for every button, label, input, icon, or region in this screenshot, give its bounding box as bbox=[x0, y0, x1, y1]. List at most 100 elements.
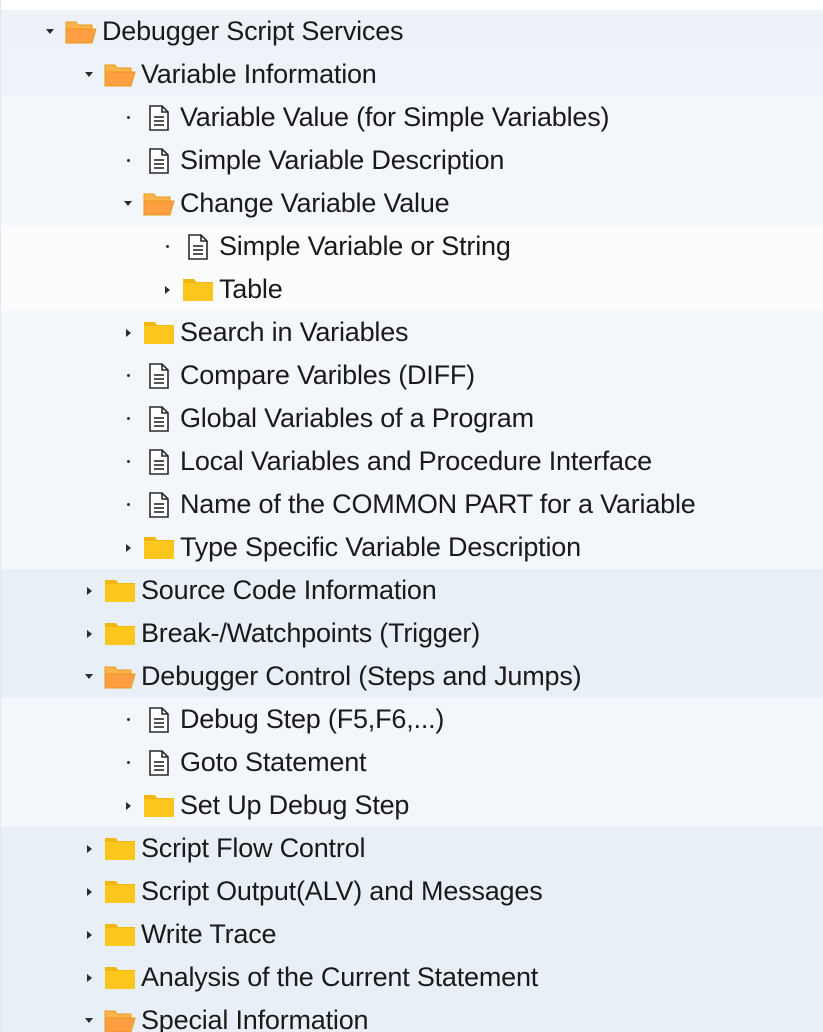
tree-folder-node[interactable]: Break-/Watchpoints (Trigger) bbox=[1, 612, 823, 655]
tree-folder-node[interactable]: Set Up Debug Step bbox=[1, 784, 823, 827]
collapse-arrow-icon[interactable] bbox=[41, 10, 59, 53]
tree-node-content: Goto Statement bbox=[119, 741, 367, 784]
tree-node-content: Change Variable Value bbox=[119, 182, 450, 225]
tree-node-content: Break-/Watchpoints (Trigger) bbox=[80, 612, 480, 655]
folder-closed-icon bbox=[143, 791, 175, 821]
tree-folder-node[interactable]: Search in Variables bbox=[1, 311, 823, 354]
expand-arrow-icon-shape bbox=[86, 930, 92, 939]
leaf-bullet-icon-shape bbox=[126, 417, 130, 420]
tree-node-label: Type Specific Variable Description bbox=[180, 532, 581, 562]
tree-folder-node[interactable]: Analysis of the Current Statement bbox=[1, 956, 823, 999]
folder-open-icon bbox=[104, 1006, 136, 1032]
folder-closed-icon bbox=[143, 318, 175, 348]
expand-arrow-icon[interactable] bbox=[80, 612, 98, 655]
collapse-arrow-icon[interactable] bbox=[80, 655, 98, 698]
folder-closed-icon bbox=[104, 834, 136, 864]
tree-leaf-node[interactable]: Debug Step (F5,F6,...) bbox=[1, 698, 823, 741]
expand-arrow-icon[interactable] bbox=[80, 913, 98, 956]
expand-arrow-icon[interactable] bbox=[119, 526, 137, 569]
tree-leaf-node[interactable]: Variable Value (for Simple Variables) bbox=[1, 96, 823, 139]
tree-folder-node[interactable]: Special Information bbox=[1, 999, 823, 1032]
tree-node-label: Name of the COMMON PART for a Variable bbox=[180, 489, 696, 519]
document-icon bbox=[143, 103, 175, 133]
tree-folder-node[interactable]: Variable Information bbox=[1, 53, 823, 96]
tree-node-label: Debugger Script Services bbox=[102, 16, 404, 46]
folder-closed-icon bbox=[182, 275, 214, 305]
folder-closed-icon bbox=[104, 619, 136, 649]
document-icon bbox=[143, 748, 175, 778]
tree-node-content: Search in Variables bbox=[119, 311, 409, 354]
leaf-bullet-icon-shape bbox=[126, 460, 130, 463]
tree-node-content: Debugger Script Services bbox=[41, 10, 404, 53]
collapse-arrow-icon[interactable] bbox=[80, 53, 98, 96]
tree-node-content: Local Variables and Procedure Interface bbox=[119, 440, 652, 483]
tree-folder-node[interactable]: Table bbox=[1, 268, 823, 311]
tree-node-content: Debugger Control (Steps and Jumps) bbox=[80, 655, 582, 698]
debugger-script-services-tree: Debugger Script Services Variable Informa… bbox=[0, 0, 823, 1032]
tree-folder-node[interactable]: Debugger Control (Steps and Jumps) bbox=[1, 655, 823, 698]
tree-node-label: Source Code Information bbox=[141, 575, 437, 605]
tree-node-content: Debug Step (F5,F6,...) bbox=[119, 698, 444, 741]
expand-arrow-icon[interactable] bbox=[80, 956, 98, 999]
collapse-arrow-icon-shape bbox=[85, 1018, 93, 1023]
tree-node-label: Analysis of the Current Statement bbox=[141, 962, 539, 992]
tree-folder-node[interactable]: Script Output(ALV) and Messages bbox=[1, 870, 823, 913]
folder-closed-icon bbox=[143, 533, 175, 563]
tree-leaf-node[interactable]: Simple Variable Description bbox=[1, 139, 823, 182]
expand-arrow-icon[interactable] bbox=[119, 311, 137, 354]
tree-node-content: Type Specific Variable Description bbox=[119, 526, 581, 569]
leaf-bullet-icon-shape bbox=[126, 718, 130, 721]
tree-folder-node[interactable]: Debugger Script Services bbox=[1, 10, 823, 53]
tree-node-content: Write Trace bbox=[80, 913, 277, 956]
folder-open-icon bbox=[104, 662, 136, 692]
collapse-arrow-icon-shape bbox=[85, 674, 93, 679]
tree-leaf-node[interactable]: Local Variables and Procedure Interface bbox=[1, 440, 823, 483]
tree-node-content: Set Up Debug Step bbox=[119, 784, 409, 827]
leaf-bullet-icon-shape bbox=[126, 503, 130, 506]
tree-node-label: Goto Statement bbox=[180, 747, 367, 777]
document-icon bbox=[143, 146, 175, 176]
tree-node-content: Name of the COMMON PART for a Variable bbox=[119, 483, 696, 526]
collapse-arrow-icon[interactable] bbox=[80, 999, 98, 1032]
leaf-bullet-icon-shape bbox=[126, 159, 130, 162]
tree-folder-node[interactable]: Source Code Information bbox=[1, 569, 823, 612]
expand-arrow-icon-shape bbox=[86, 973, 92, 982]
expand-arrow-icon-shape bbox=[86, 586, 92, 595]
leaf-bullet-icon bbox=[119, 139, 137, 182]
document-icon bbox=[143, 447, 175, 477]
expand-arrow-icon-shape bbox=[86, 629, 92, 638]
collapse-arrow-icon[interactable] bbox=[119, 182, 137, 225]
leaf-bullet-icon bbox=[119, 483, 137, 526]
tree-folder-node[interactable]: Write Trace bbox=[1, 913, 823, 956]
folder-open-icon bbox=[65, 17, 97, 47]
tree-leaf-node[interactable]: Compare Varibles (DIFF) bbox=[1, 354, 823, 397]
tree-node-label: Search in Variables bbox=[180, 317, 409, 347]
expand-arrow-icon-shape bbox=[125, 801, 131, 810]
folder-closed-icon bbox=[104, 920, 136, 950]
tree-node-label: Change Variable Value bbox=[180, 188, 450, 218]
tree-leaf-node[interactable]: Simple Variable or String bbox=[1, 225, 823, 268]
expand-arrow-icon[interactable] bbox=[158, 268, 176, 311]
tree-leaf-node[interactable]: Global Variables of a Program bbox=[1, 397, 823, 440]
tree-leaf-node[interactable]: Goto Statement bbox=[1, 741, 823, 784]
collapse-arrow-icon-shape bbox=[46, 29, 54, 34]
expand-arrow-icon-shape bbox=[86, 844, 92, 853]
expand-arrow-icon-shape bbox=[86, 887, 92, 896]
tree-folder-node[interactable]: Change Variable Value bbox=[1, 182, 823, 225]
leaf-bullet-icon bbox=[119, 741, 137, 784]
tree-node-content: Special Information bbox=[80, 999, 369, 1032]
tree-folder-node[interactable]: Script Flow Control bbox=[1, 827, 823, 870]
tree-leaf-node[interactable]: Name of the COMMON PART for a Variable bbox=[1, 483, 823, 526]
expand-arrow-icon[interactable] bbox=[80, 870, 98, 913]
document-icon bbox=[143, 404, 175, 434]
tree-node-content: Analysis of the Current Statement bbox=[80, 956, 538, 999]
tree-node-label: Script Flow Control bbox=[141, 833, 366, 863]
expand-arrow-icon[interactable] bbox=[80, 827, 98, 870]
tree-folder-node[interactable]: Type Specific Variable Description bbox=[1, 526, 823, 569]
tree-node-label: Write Trace bbox=[141, 919, 277, 949]
tree-node-label: Local Variables and Procedure Interface bbox=[180, 446, 652, 476]
expand-arrow-icon[interactable] bbox=[80, 569, 98, 612]
leaf-bullet-icon-shape bbox=[165, 245, 169, 248]
leaf-bullet-icon bbox=[119, 698, 137, 741]
expand-arrow-icon[interactable] bbox=[119, 784, 137, 827]
